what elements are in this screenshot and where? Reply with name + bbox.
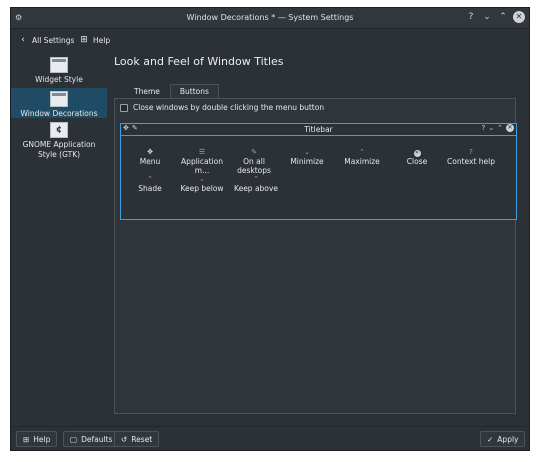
keep-above-icon: ⌃ bbox=[253, 175, 259, 183]
window-decorations-icon bbox=[50, 91, 68, 107]
defaults-label: Defaults bbox=[81, 434, 113, 444]
sidebar-item-label: Widget Style bbox=[35, 75, 83, 84]
gnome-foot-icon: ¢ bbox=[50, 122, 68, 138]
button-label: Application m... bbox=[181, 157, 223, 175]
back-arrow-icon: ‹ bbox=[21, 35, 25, 45]
available-button-keep-below[interactable]: ⌄ Keep below bbox=[174, 175, 230, 193]
sidebar-item-label: GNOME Application Style (GTK) bbox=[22, 140, 96, 159]
button-label: Keep below bbox=[180, 184, 224, 193]
button-label: Close bbox=[406, 157, 428, 166]
app-menu-icon: ☰ bbox=[198, 148, 206, 156]
button-label: Shade bbox=[138, 184, 162, 193]
menu-icon: ✥ bbox=[147, 148, 153, 156]
tab-buttons[interactable]: Buttons bbox=[169, 84, 219, 98]
available-button-keep-above[interactable]: ⌃ Keep above bbox=[228, 175, 284, 193]
preview-titlebar[interactable]: ✥ ✎ Titlebar ? ⌄ ⌃ ✕ bbox=[121, 124, 516, 136]
defaults-button[interactable]: ▢ Defaults bbox=[63, 431, 120, 447]
toolbar: ‹ All Settings ⊞ Help bbox=[11, 28, 529, 52]
close-icon: ✕ bbox=[413, 150, 421, 157]
sidebar: Widget Style Window Decorations ¢ GNOME … bbox=[11, 52, 107, 412]
help-icon: ⊞ bbox=[80, 35, 88, 45]
shade-icon: ⌃ bbox=[147, 175, 153, 183]
window-title: Window Decorations * — System Settings bbox=[186, 13, 354, 22]
preview-close-icon[interactable]: ✕ bbox=[506, 124, 514, 132]
available-button-minimize[interactable]: ⌄ Minimize bbox=[279, 148, 335, 166]
preview-help-icon[interactable]: ? bbox=[482, 124, 486, 132]
system-settings-window: ⚙ Window Decorations * — System Settings… bbox=[10, 7, 530, 451]
maximize-icon: ⌃ bbox=[359, 148, 365, 156]
defaults-icon: ▢ bbox=[70, 434, 78, 444]
minimize-button[interactable]: ⌄ bbox=[481, 11, 493, 23]
available-button-close[interactable]: ✕ Close bbox=[389, 148, 445, 166]
sidebar-item-window-decorations[interactable]: Window Decorations bbox=[11, 88, 107, 118]
available-button-shade[interactable]: ⌃ Shade bbox=[122, 175, 178, 193]
available-button-on-all-desktops[interactable]: ✎ On all desktops bbox=[226, 148, 282, 175]
button-label: Minimize bbox=[290, 157, 324, 166]
all-settings-label: All Settings bbox=[32, 35, 75, 45]
close-dblclick-checkbox[interactable] bbox=[120, 103, 128, 112]
reset-button[interactable]: ↺ Reset bbox=[114, 431, 160, 447]
buttons-panel: Close windows by double clicking the men… bbox=[114, 98, 517, 414]
button-label: Menu bbox=[139, 157, 161, 166]
sidebar-item-widget-style[interactable]: Widget Style bbox=[11, 56, 107, 86]
close-dblclick-option[interactable]: Close windows by double clicking the men… bbox=[120, 103, 324, 112]
available-button-menu[interactable]: ✥ Menu bbox=[122, 148, 178, 166]
help-button[interactable]: ⊞ Help bbox=[79, 33, 110, 47]
tab-bar: Theme Buttons bbox=[124, 84, 219, 98]
context-help-button[interactable]: ? bbox=[465, 11, 477, 23]
widget-style-icon bbox=[50, 57, 68, 73]
available-button-maximize[interactable]: ⌃ Maximize bbox=[334, 148, 390, 166]
reset-label: Reset bbox=[131, 434, 153, 444]
pin-icon: ✎ bbox=[251, 148, 257, 156]
available-button-context-help[interactable]: ? Context help bbox=[443, 148, 499, 166]
reset-icon: ↺ bbox=[121, 434, 128, 444]
maximize-button[interactable]: ⌃ bbox=[497, 11, 509, 23]
all-settings-button[interactable]: ‹ All Settings bbox=[18, 33, 74, 47]
page-title: Look and Feel of Window Titles bbox=[114, 55, 284, 68]
titlebar-preview: ✥ ✎ Titlebar ? ⌄ ⌃ ✕ ✥ Menu ☰ Applicatio… bbox=[120, 123, 517, 220]
tab-theme[interactable]: Theme bbox=[124, 84, 170, 98]
apply-button[interactable]: ✓ Apply bbox=[480, 431, 526, 447]
button-label: Context help bbox=[447, 157, 495, 166]
button-label: Keep above bbox=[234, 184, 278, 193]
apply-label: Apply bbox=[497, 434, 519, 444]
available-button-application-menu[interactable]: ☰ Application m... bbox=[174, 148, 230, 175]
button-label: Maximize bbox=[344, 157, 380, 166]
preview-minimize-icon[interactable]: ⌄ bbox=[488, 124, 494, 132]
help-icon: ⊞ bbox=[23, 434, 30, 444]
minimize-icon: ⌄ bbox=[304, 148, 310, 156]
checkmark-icon: ✓ bbox=[487, 434, 494, 444]
footer-help-label: Help bbox=[33, 434, 51, 444]
sidebar-item-gnome-gtk[interactable]: ¢ GNOME Application Style (GTK) bbox=[11, 122, 107, 162]
main-content: Look and Feel of Window Titles Theme But… bbox=[107, 52, 529, 426]
close-dblclick-label: Close windows by double clicking the men… bbox=[133, 103, 325, 112]
window-titlebar[interactable]: ⚙ Window Decorations * — System Settings… bbox=[11, 8, 529, 29]
footer-help-button[interactable]: ⊞ Help bbox=[16, 431, 58, 447]
keep-below-icon: ⌄ bbox=[199, 175, 205, 183]
button-label: On all desktops bbox=[237, 157, 271, 175]
close-button[interactable]: ✕ bbox=[513, 11, 525, 23]
help-icon: ? bbox=[469, 148, 473, 156]
preview-maximize-icon[interactable]: ⌃ bbox=[497, 124, 503, 132]
help-label: Help bbox=[93, 35, 111, 45]
sidebar-item-label: Window Decorations bbox=[20, 109, 98, 118]
preview-title: Titlebar bbox=[304, 125, 333, 134]
footer-bar: ⊞ Help ▢ Defaults ↺ Reset ✓ Apply bbox=[11, 426, 529, 452]
